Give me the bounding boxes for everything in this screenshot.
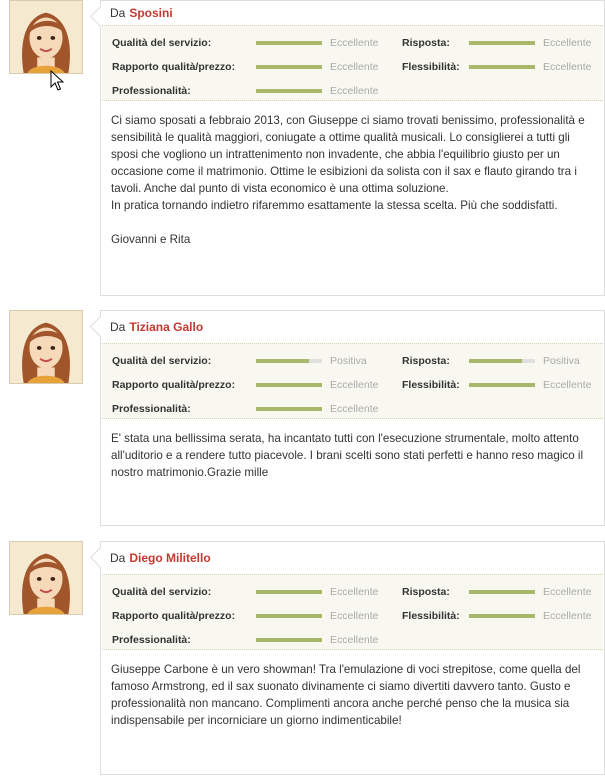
rating-bar-fill	[469, 359, 522, 363]
rating-bar-fill	[256, 590, 322, 594]
rating-bar-fill	[256, 407, 322, 411]
rating-bar	[256, 41, 322, 45]
rating-bar	[469, 614, 535, 618]
review-card: Da Sposini Qualità del servizio: Eccellen…	[89, 0, 605, 296]
rating-bar	[256, 638, 322, 642]
rating-bar-fill	[469, 65, 535, 69]
rating-bar-fill	[469, 614, 535, 618]
from-prefix: Da	[110, 6, 126, 20]
review-author[interactable]: Diego Militello	[129, 551, 210, 565]
rating-bar	[469, 383, 535, 387]
rating-bar	[256, 89, 322, 93]
review-header: Da Tiziana Gallo	[101, 311, 604, 343]
avatar	[9, 0, 83, 74]
review-header: Da Diego Militello	[101, 542, 604, 574]
rating-bar	[469, 65, 535, 69]
rating-bar	[256, 590, 322, 594]
woman-avatar-icon	[10, 311, 82, 383]
rating-bar-fill	[256, 614, 322, 618]
rating-bar-fill	[256, 65, 322, 69]
rating-bar	[469, 590, 535, 594]
review-card: Da Diego Militello Qualità del servizio: …	[89, 541, 605, 775]
rating-bar	[469, 359, 535, 363]
ratings-panel: Qualità del servizio: Eccellente Rispost…	[102, 25, 603, 101]
rating-bar	[256, 65, 322, 69]
rating-bar-fill	[256, 89, 322, 93]
mouse-pointer-icon	[50, 70, 65, 91]
review-author[interactable]: Tiziana Gallo	[129, 320, 203, 334]
review-text: Giuseppe Carbone è un vero showman! Tra …	[111, 663, 584, 727]
rating-bar-fill	[256, 359, 309, 363]
rating-bar-fill	[469, 590, 535, 594]
rating-bar	[256, 407, 322, 411]
review-header: Da Sposini	[101, 1, 604, 25]
rating-bar	[256, 614, 322, 618]
review-text: Ci siamo sposati a febbraio 2013, con Gi…	[111, 114, 585, 246]
rating-bar	[256, 383, 322, 387]
from-prefix: Da	[110, 320, 126, 334]
ratings-panel: Qualità del servizio: Eccellente Rispost…	[102, 574, 603, 650]
rating-bar-fill	[256, 638, 322, 642]
rating-bar-fill	[256, 41, 322, 45]
from-prefix: Da	[110, 551, 126, 565]
review-card: Da Tiziana Gallo Qualità del servizio: Po…	[89, 310, 605, 526]
rating-bar	[469, 41, 535, 45]
ratings-panel: Qualità del servizio: Positiva Risposta:…	[102, 343, 603, 419]
woman-avatar-icon	[10, 542, 82, 614]
rating-bar	[256, 359, 322, 363]
review-text: E' stata una bellissima serata, ha incan…	[111, 432, 587, 479]
avatar	[9, 541, 83, 615]
rating-bar-fill	[469, 41, 535, 45]
avatar	[9, 310, 83, 384]
rating-bar-fill	[469, 383, 535, 387]
rating-bar-fill	[256, 383, 322, 387]
woman-avatar-icon	[10, 1, 82, 73]
review-author[interactable]: Sposini	[129, 6, 172, 20]
